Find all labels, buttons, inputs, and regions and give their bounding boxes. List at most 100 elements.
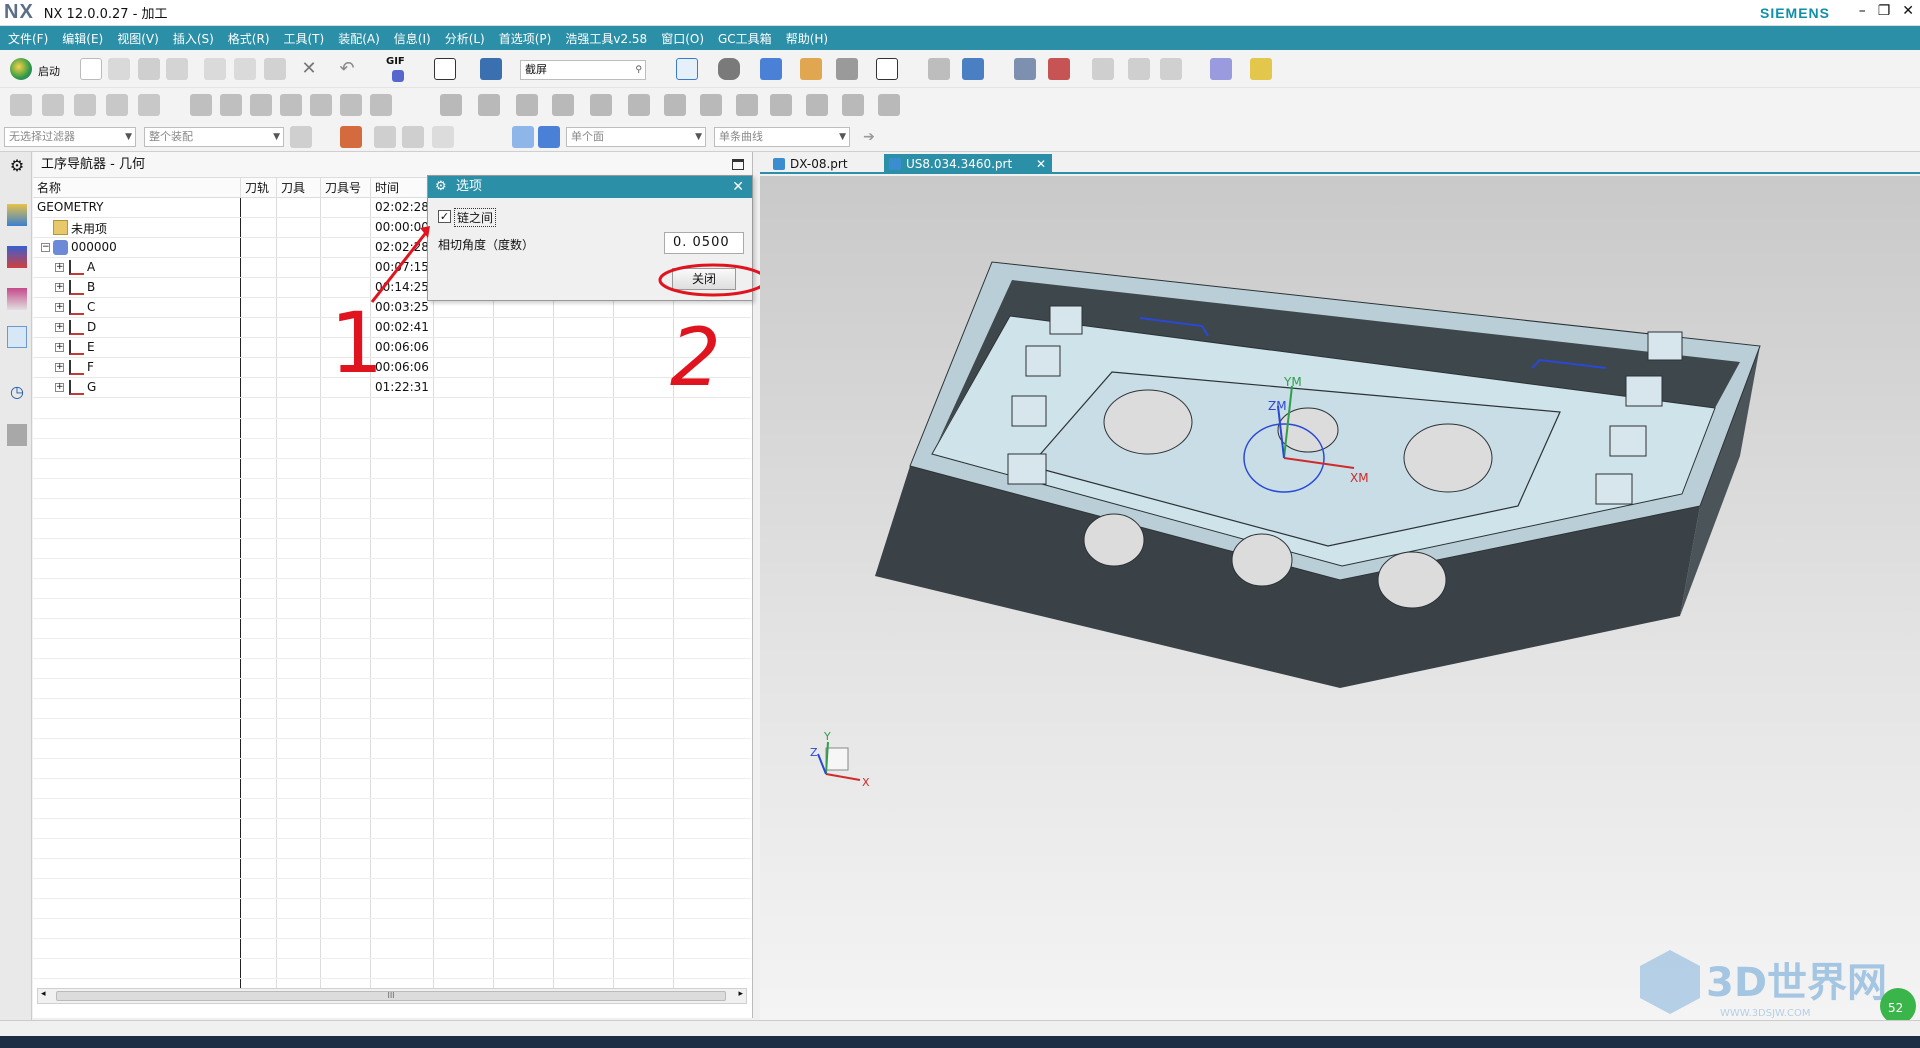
select-feature-icon[interactable] [340, 126, 362, 148]
gif-button[interactable]: GIF [386, 56, 405, 67]
snap-icon[interactable] [1128, 58, 1150, 80]
layer-icon[interactable] [836, 58, 858, 80]
save-icon[interactable] [138, 58, 160, 80]
settings-gear-icon[interactable]: ⚙ [7, 156, 27, 178]
new-file-icon[interactable] [80, 58, 102, 80]
edge-blend-icon[interactable] [590, 94, 612, 116]
history-clock-icon[interactable]: ◷ [7, 382, 27, 404]
face-select-icon[interactable] [512, 126, 534, 148]
assembly-icon[interactable] [928, 58, 950, 80]
chamfer-icon[interactable] [628, 94, 650, 116]
boolean-icon[interactable] [552, 94, 574, 116]
horizontal-scrollbar[interactable]: ◂ III ▸ [37, 988, 747, 1004]
snap-point-icon[interactable] [374, 126, 396, 148]
lasso-icon[interactable] [432, 126, 454, 148]
dimension-icon[interactable] [1210, 58, 1232, 80]
point-icon[interactable] [1160, 58, 1182, 80]
part-navigator-icon[interactable] [7, 288, 27, 310]
filter-combo[interactable]: 无选择过滤器 ▼ [4, 127, 136, 147]
column-tool-number[interactable]: 刀具号 [321, 178, 371, 198]
draft-icon[interactable] [700, 94, 722, 116]
assembly-scope-combo[interactable]: 整个装配 ▼ [144, 127, 284, 147]
wcs-icon[interactable] [1048, 58, 1070, 80]
verify-icon[interactable] [370, 94, 392, 116]
machine-tool-icon[interactable] [220, 94, 242, 116]
database-icon[interactable] [1014, 58, 1036, 80]
open-file-icon[interactable] [108, 58, 130, 80]
generate-toolpath-icon[interactable] [310, 94, 332, 116]
extract-icon[interactable] [842, 94, 864, 116]
menu-format[interactable]: 格式(R) [228, 30, 270, 47]
assembly-navigator-icon[interactable] [7, 204, 27, 226]
menu-edit[interactable]: 编辑(E) [62, 30, 103, 47]
gif-record-icon[interactable] [392, 70, 404, 82]
constraint-navigator-icon[interactable] [7, 246, 27, 268]
face-rule-combo[interactable]: 单个面 ▼ [566, 127, 706, 147]
simulation-icon[interactable] [770, 94, 792, 116]
menu-help[interactable]: 帮助(H) [786, 30, 828, 47]
info-icon[interactable] [480, 58, 502, 80]
scroll-thumb[interactable]: III [56, 991, 726, 1001]
create-method-icon[interactable] [106, 94, 128, 116]
program-order-icon[interactable] [190, 94, 212, 116]
menu-preferences[interactable]: 首选项(P) [499, 30, 552, 47]
column-toolpath[interactable]: 刀轨 [241, 178, 277, 198]
feature-icon[interactable] [516, 94, 538, 116]
menu-file[interactable]: 文件(F) [8, 30, 48, 47]
menu-insert[interactable]: 插入(S) [173, 30, 214, 47]
method-view-icon[interactable] [280, 94, 302, 116]
tab-us8[interactable]: US8.034.3460.prt ✕ [884, 154, 1052, 174]
orient-view-icon[interactable] [800, 58, 822, 80]
expand-icon[interactable]: + [55, 303, 64, 312]
replace-face-icon[interactable] [878, 94, 900, 116]
postprocess-icon[interactable] [440, 94, 462, 116]
undo-icon[interactable]: ↶ [336, 58, 358, 80]
fit-view-icon[interactable] [676, 58, 698, 80]
expand-icon[interactable]: + [55, 383, 64, 392]
render-style-icon[interactable] [718, 58, 740, 80]
cut-icon[interactable] [204, 58, 226, 80]
geometry-view-icon[interactable] [250, 94, 272, 116]
operation-navigator-icon[interactable] [7, 326, 27, 348]
create-operation-icon[interactable] [138, 94, 160, 116]
paste-icon[interactable] [264, 58, 286, 80]
restore-button[interactable]: ❐ [1878, 3, 1891, 19]
replay-icon[interactable] [340, 94, 362, 116]
create-program-icon[interactable] [10, 94, 32, 116]
tab-close-icon[interactable]: ✕ [1036, 154, 1046, 174]
menu-haoqiang-tools[interactable]: 浩强工具v2.58 [565, 30, 647, 47]
menu-assembly[interactable]: 装配(A) [338, 30, 380, 47]
curve-rule-combo[interactable]: 单条曲线 ▼ [714, 127, 850, 147]
menu-view[interactable]: 视图(V) [117, 30, 159, 47]
copy-icon[interactable] [234, 58, 256, 80]
scroll-right-icon[interactable]: ▸ [738, 989, 743, 999]
window-frame-icon[interactable] [434, 58, 456, 80]
maximize-panel-icon[interactable] [732, 159, 744, 170]
expand-icon[interactable]: + [55, 283, 64, 292]
expand-icon[interactable]: + [55, 343, 64, 352]
measure-icon[interactable] [1092, 58, 1114, 80]
machine-navigator-icon[interactable] [7, 424, 27, 446]
shaded-cube-icon[interactable] [760, 58, 782, 80]
column-name[interactable]: 名称 [33, 178, 241, 198]
ruler-icon[interactable] [1250, 58, 1272, 80]
dialog-close-icon[interactable]: ✕ [732, 176, 744, 198]
collapse-icon[interactable]: − [41, 243, 50, 252]
capture-field[interactable]: 截屏 ⚲ [520, 60, 646, 80]
menu-window[interactable]: 窗口(O) [661, 30, 704, 47]
component-icon[interactable] [962, 58, 984, 80]
scroll-left-icon[interactable]: ◂ [41, 989, 46, 999]
tab-dx08[interactable]: DX-08.prt [768, 154, 888, 174]
select-all-icon[interactable] [290, 126, 312, 148]
close-window-button[interactable]: ✕ [1902, 3, 1914, 19]
print-icon[interactable] [166, 58, 188, 80]
menu-analysis[interactable]: 分析(L) [445, 30, 485, 47]
offset-face-icon[interactable] [736, 94, 758, 116]
create-tool-icon[interactable] [42, 94, 64, 116]
menu-info[interactable]: 信息(I) [394, 30, 431, 47]
start-button-label[interactable]: 启动 [38, 63, 60, 79]
view-frame-icon[interactable] [876, 58, 898, 80]
pick-icon[interactable] [402, 126, 424, 148]
expand-icon[interactable]: + [55, 323, 64, 332]
graphics-window[interactable]: YM ZM XM X Y Z 3D世界网 WWW.3DSJW.COM 52 [760, 176, 1920, 1020]
